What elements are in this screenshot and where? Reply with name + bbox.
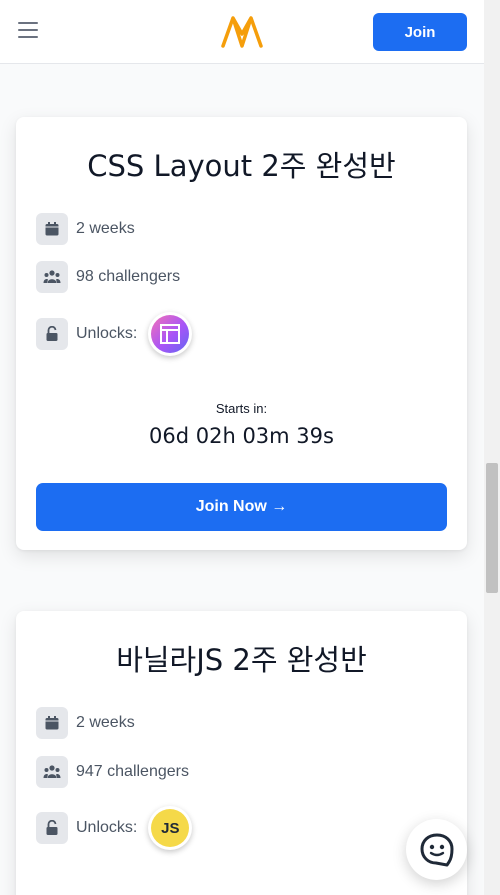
users-group-icon (36, 261, 68, 293)
duration-text: 2 weeks (76, 220, 135, 237)
top-navbar: Join (0, 0, 484, 64)
challengers-text: 947 challengers (76, 763, 189, 780)
unlocks-row: Unlocks: (36, 312, 193, 356)
join-button[interactable]: Join (373, 13, 467, 51)
calendar-icon (36, 707, 68, 739)
unlocks-label: Unlocks: (76, 325, 138, 342)
brand-logo-icon[interactable] (220, 14, 264, 50)
course-title: CSS Layout 2주 완성반 (87, 149, 396, 183)
unlock-icon (36, 812, 68, 844)
calendar-icon (36, 213, 68, 245)
hamburger-menu-icon[interactable] (18, 22, 38, 40)
css-layout-badge-icon[interactable] (148, 312, 193, 356)
unlock-icon (36, 318, 68, 350)
users-group-icon (36, 756, 68, 788)
course-card: CSS Layout 2주 완성반 2 weeks 98 challengers… (16, 117, 467, 550)
chat-bubble-icon (420, 833, 453, 866)
unlocks-row: Unlocks: JS (36, 806, 193, 850)
duration-row: 2 weeks (36, 707, 135, 739)
course-card: 바닐라JS 2주 완성반 2 weeks 947 challengers Unl… (16, 611, 467, 895)
scrollbar-thumb[interactable] (486, 463, 498, 593)
starts-in-label: Starts in: (215, 401, 268, 416)
duration-row: 2 weeks (36, 213, 135, 245)
duration-text: 2 weeks (76, 714, 135, 731)
challengers-text: 98 challengers (76, 268, 181, 285)
chat-button[interactable] (406, 819, 467, 880)
challengers-row: 947 challengers (36, 756, 189, 788)
js-badge-icon[interactable]: JS (148, 806, 193, 850)
scrollbar-track[interactable] (484, 0, 500, 895)
countdown-timer: 06d 02h 03m 39s (149, 424, 334, 448)
join-now-button[interactable]: Join Now → (36, 483, 447, 531)
course-title: 바닐라JS 2주 완성반 (116, 643, 367, 677)
challengers-row: 98 challengers (36, 261, 180, 293)
js-badge-text: JS (151, 809, 190, 847)
unlocks-label: Unlocks: (76, 819, 138, 836)
